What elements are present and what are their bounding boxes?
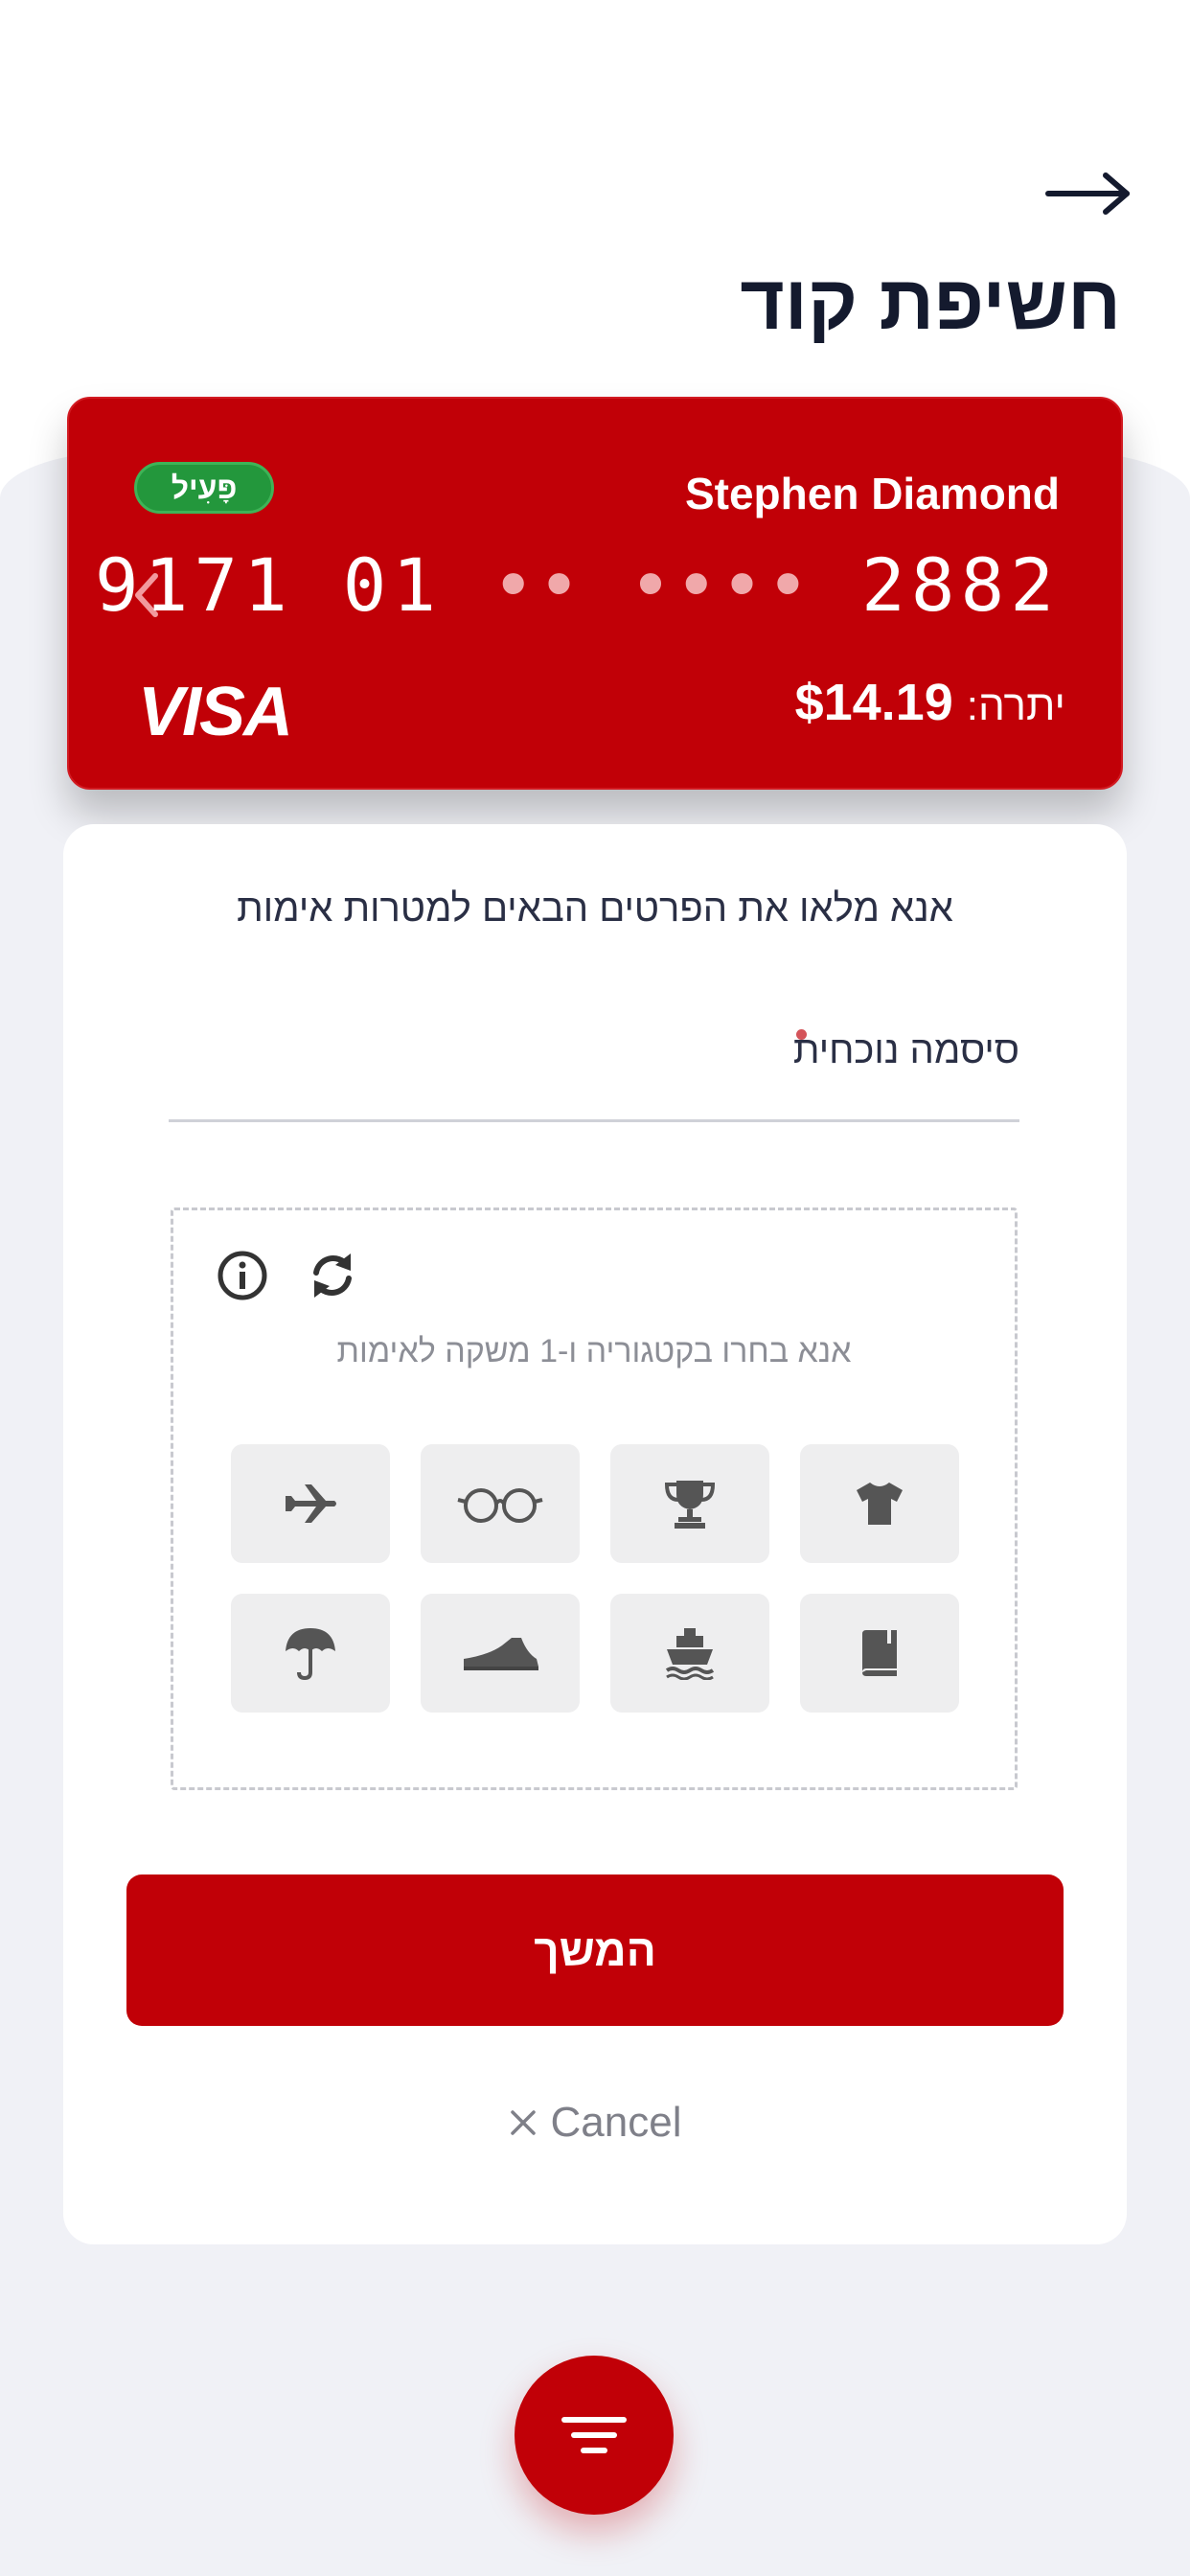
card-holder-name: Stephen Diamond bbox=[684, 469, 1060, 518]
info-button[interactable] bbox=[214, 1247, 271, 1304]
required-indicator bbox=[796, 1029, 807, 1040]
password-input[interactable] bbox=[169, 1077, 1019, 1119]
arrow-right-icon bbox=[1045, 172, 1130, 215]
info-icon bbox=[217, 1251, 267, 1300]
tile-shoe[interactable] bbox=[421, 1594, 580, 1713]
tile-trophy[interactable] bbox=[610, 1444, 769, 1563]
refresh-icon bbox=[313, 1254, 352, 1298]
card-number-masked: •• •••• bbox=[491, 542, 812, 628]
current-password-field[interactable]: סיסמה נוכחית bbox=[169, 1029, 1019, 1122]
trophy-icon bbox=[664, 1481, 716, 1529]
captcha-hint: אנא בחרו בקטגוריה ו-1 משקה לאימות bbox=[336, 1333, 852, 1369]
ship-icon bbox=[665, 1628, 715, 1680]
refresh-button[interactable] bbox=[304, 1247, 361, 1304]
tile-glasses[interactable] bbox=[421, 1444, 580, 1563]
cancel-label: Cancel bbox=[550, 2099, 682, 2146]
continue-button[interactable]: המשך bbox=[126, 1874, 1064, 2026]
credit-card: פָּעִיל Stephen Diamond 9171 01 •• •••• … bbox=[67, 397, 1123, 790]
glasses-icon bbox=[457, 1488, 543, 1523]
card-number-end: 2882 bbox=[860, 542, 1060, 628]
tile-ship[interactable] bbox=[610, 1594, 769, 1713]
page-title: חשיפת קוד bbox=[740, 260, 1121, 345]
password-label: סיסמה נוכחית bbox=[792, 1029, 1019, 1071]
cancel-button[interactable]: Cancel bbox=[63, 2099, 1127, 2147]
close-icon bbox=[510, 2110, 536, 2135]
tile-book[interactable] bbox=[800, 1594, 959, 1713]
balance-label: יתרה: bbox=[966, 682, 1065, 729]
image-captcha: אנא בחרו בקטגוריה ו-1 משקה לאימות bbox=[171, 1208, 1018, 1790]
tile-umbrella[interactable] bbox=[231, 1594, 390, 1713]
card-number-start: 9171 01 bbox=[94, 542, 443, 628]
tile-airplane[interactable] bbox=[231, 1444, 390, 1563]
umbrella-icon bbox=[286, 1628, 335, 1681]
tile-tshirt[interactable] bbox=[800, 1444, 959, 1563]
card-number: 9171 01 •• •••• 2882 bbox=[95, 542, 1060, 628]
shoe-icon bbox=[464, 1638, 538, 1670]
instructions-text: אנא מלאו את הפרטים הבאים למטרות אימות bbox=[237, 887, 953, 930]
captcha-grid bbox=[231, 1444, 959, 1713]
airplane-icon bbox=[286, 1484, 336, 1523]
book-icon bbox=[862, 1630, 897, 1676]
verification-panel: אנא מלאו את הפרטים הבאים למטרות אימות סי… bbox=[63, 824, 1127, 2244]
menu-fab[interactable] bbox=[515, 2356, 674, 2515]
back-button[interactable] bbox=[1042, 163, 1134, 224]
balance-value: $14.19 bbox=[794, 674, 953, 731]
status-badge: פָּעִיל bbox=[134, 462, 274, 514]
tshirt-icon bbox=[857, 1483, 903, 1525]
menu-icon bbox=[561, 2417, 627, 2453]
card-balance: יתרה: $14.19 bbox=[795, 673, 1065, 732]
visa-logo: VISA bbox=[138, 674, 293, 750]
